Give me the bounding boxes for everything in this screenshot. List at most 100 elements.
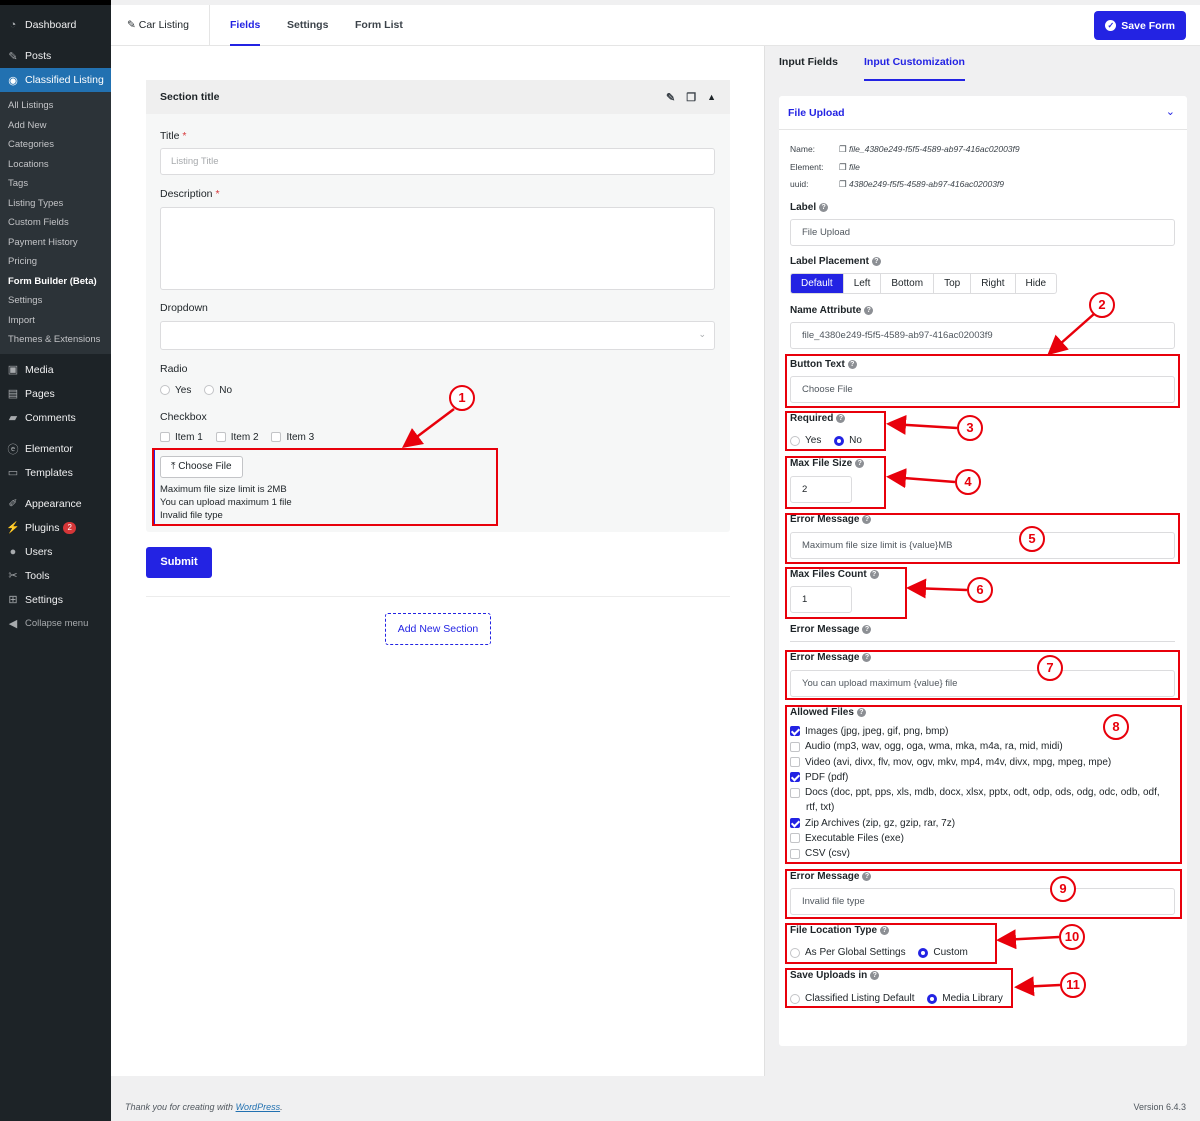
max-files-count-input[interactable]: 1 <box>790 586 852 613</box>
submenu-listing-types[interactable]: Listing Types <box>0 194 111 214</box>
submit-button[interactable]: Submit <box>146 547 212 578</box>
placement-right[interactable]: Right <box>971 274 1016 293</box>
type-error-input[interactable]: Invalid file type <box>790 888 1175 915</box>
menu-templates[interactable]: ▭ Templates <box>0 461 111 485</box>
submenu-form-builder[interactable]: Form Builder (Beta) <box>0 272 111 292</box>
submenu-pricing[interactable]: Pricing <box>0 252 111 272</box>
size-error-input[interactable]: Maximum file size limit is {value}MB <box>790 532 1175 559</box>
checkbox-item-3[interactable] <box>271 432 282 443</box>
description-label: Description * <box>160 188 220 200</box>
name-attribute-input[interactable]: file_4380e249-f5f5-4589-ab97-416ac02003f… <box>790 322 1175 349</box>
submenu-tags[interactable]: Tags <box>0 174 111 194</box>
copy-icon[interactable]: ❐ <box>839 162 847 172</box>
submenu-payment-history[interactable]: Payment History <box>0 233 111 253</box>
submenu-add-new[interactable]: Add New <box>0 116 111 136</box>
placement-left[interactable]: Left <box>844 274 882 293</box>
menu-posts[interactable]: ✎ Posts <box>0 44 111 68</box>
allowed-file-checkbox[interactable] <box>790 726 800 737</box>
edit-icon[interactable]: ✎ <box>666 91 675 104</box>
help-icon: ? <box>847 359 857 369</box>
location-custom-label: Custom <box>933 947 968 958</box>
copy-icon[interactable]: ❐ <box>839 179 847 189</box>
count-error-input[interactable]: You can upload maximum {value} file <box>790 670 1175 697</box>
menu-classified-listing[interactable]: ◉ Classified Listing <box>0 68 111 92</box>
button-text-input[interactable]: Choose File <box>790 376 1175 403</box>
menu-settings[interactable]: ⊞ Settings <box>0 588 111 612</box>
save-form-button[interactable]: ✓ Save Form <box>1094 11 1186 40</box>
placement-top[interactable]: Top <box>934 274 972 293</box>
checkbox-item-1[interactable] <box>160 432 170 443</box>
title-input[interactable]: Listing Title <box>160 148 715 175</box>
menu-users[interactable]: ● Users <box>0 540 111 564</box>
allowed-file-checkbox[interactable] <box>790 848 800 859</box>
wordpress-link[interactable]: WordPress <box>236 1102 281 1112</box>
placement-hide[interactable]: Hide <box>1016 274 1057 293</box>
description-textarea[interactable] <box>160 207 715 290</box>
allowed-file-checkbox[interactable] <box>790 818 800 829</box>
menu-label: Dashboard <box>25 19 77 31</box>
submenu-settings[interactable]: Settings <box>0 291 111 311</box>
annotation-number-4: 4 <box>955 469 981 495</box>
uploads-default-radio[interactable] <box>790 993 800 1004</box>
tab-settings[interactable]: Settings <box>287 5 328 46</box>
required-yes-radio[interactable] <box>790 435 800 446</box>
uploads-media-radio[interactable] <box>927 993 938 1004</box>
form-builder-topbar: ✎ Car Listing Fields Settings Form List … <box>111 5 1200 46</box>
allowed-file-option: Zip Archives (zip, gz, gzip, rar, 7z) <box>790 816 1185 831</box>
checkbox-item-2[interactable] <box>215 432 226 443</box>
required-no-radio[interactable] <box>834 435 845 446</box>
menu-label: Media <box>25 363 54 376</box>
radio-yes[interactable] <box>160 385 170 396</box>
tab-form-list[interactable]: Form List <box>355 5 403 46</box>
menu-comments[interactable]: ▰ Comments <box>0 406 111 430</box>
submenu-locations[interactable]: Locations <box>0 155 111 175</box>
panel-header[interactable]: File Upload ⌄ <box>779 96 1187 130</box>
menu-dashboard[interactable]: ◔ Dashboard <box>0 13 111 37</box>
collapse-arrow-icon[interactable]: ▲ <box>707 92 716 102</box>
add-new-section-button[interactable]: Add New Section <box>385 613 491 645</box>
location-global-radio[interactable] <box>790 947 800 958</box>
tab-fields[interactable]: Fields <box>230 5 261 46</box>
menu-elementor[interactable]: ⓔ Elementor <box>0 437 111 461</box>
allowed-text: Allowed Files <box>790 707 854 718</box>
menu-appearance[interactable]: ✐ Appearance <box>0 492 111 516</box>
allowed-file-checkbox[interactable] <box>790 787 800 798</box>
menu-tools[interactable]: ✂ Tools <box>0 564 111 588</box>
required-no-label: No <box>849 435 862 446</box>
file-note: Maximum file size limit is 2MB <box>160 484 287 495</box>
copy-icon[interactable]: ❐ <box>839 144 847 154</box>
placement-bottom[interactable]: Bottom <box>881 274 935 293</box>
folder-icon: ▭ <box>7 467 19 479</box>
submenu-import[interactable]: Import <box>0 311 111 331</box>
submenu-categories[interactable]: Categories <box>0 135 111 155</box>
name-attribute-heading: Name Attribute? <box>790 305 874 316</box>
menu-plugins[interactable]: ⚡ Plugins 2 <box>0 516 111 540</box>
placement-default[interactable]: Default <box>791 274 844 293</box>
tab-input-customization[interactable]: Input Customization <box>864 56 965 81</box>
help-icon: ? <box>862 624 872 634</box>
menu-media[interactable]: ▣ Media <box>0 358 111 382</box>
plugin-icon: ⚡ <box>6 522 20 534</box>
collapse-menu[interactable]: ◀ Collapse menu <box>0 612 111 636</box>
panel-title: File Upload <box>788 107 845 119</box>
radio-no[interactable] <box>204 385 215 396</box>
allowed-file-checkbox[interactable] <box>790 741 800 752</box>
allowed-files-list: Images (jpg, jpeg, gif, png, bmp) Audio (… <box>790 724 1185 862</box>
location-custom-radio[interactable] <box>918 947 929 958</box>
checkbox-item-label: Item 3 <box>286 431 315 443</box>
submenu-themes-extensions[interactable]: Themes & Extensions <box>0 330 111 350</box>
dropdown-select[interactable]: ⌄ <box>160 321 715 350</box>
submenu-custom-fields[interactable]: Custom Fields <box>0 213 111 233</box>
tab-input-fields[interactable]: Input Fields <box>779 56 838 68</box>
menu-pages[interactable]: ▤ Pages <box>0 382 111 406</box>
section-header: Section title ✎ ❐ ▲ <box>146 80 730 114</box>
file-location-heading: File Location Type? <box>790 925 890 936</box>
allowed-file-checkbox[interactable] <box>790 756 800 767</box>
copy-icon[interactable]: ❐ <box>686 91 696 104</box>
allowed-file-checkbox[interactable] <box>790 772 800 783</box>
submenu-all-listings[interactable]: All Listings <box>0 96 111 116</box>
allowed-file-checkbox[interactable] <box>790 833 800 844</box>
label-input[interactable]: File Upload <box>790 219 1175 246</box>
choose-file-button[interactable]: ⤒ Choose File <box>160 456 243 478</box>
max-file-size-input[interactable]: 2 <box>790 476 852 503</box>
